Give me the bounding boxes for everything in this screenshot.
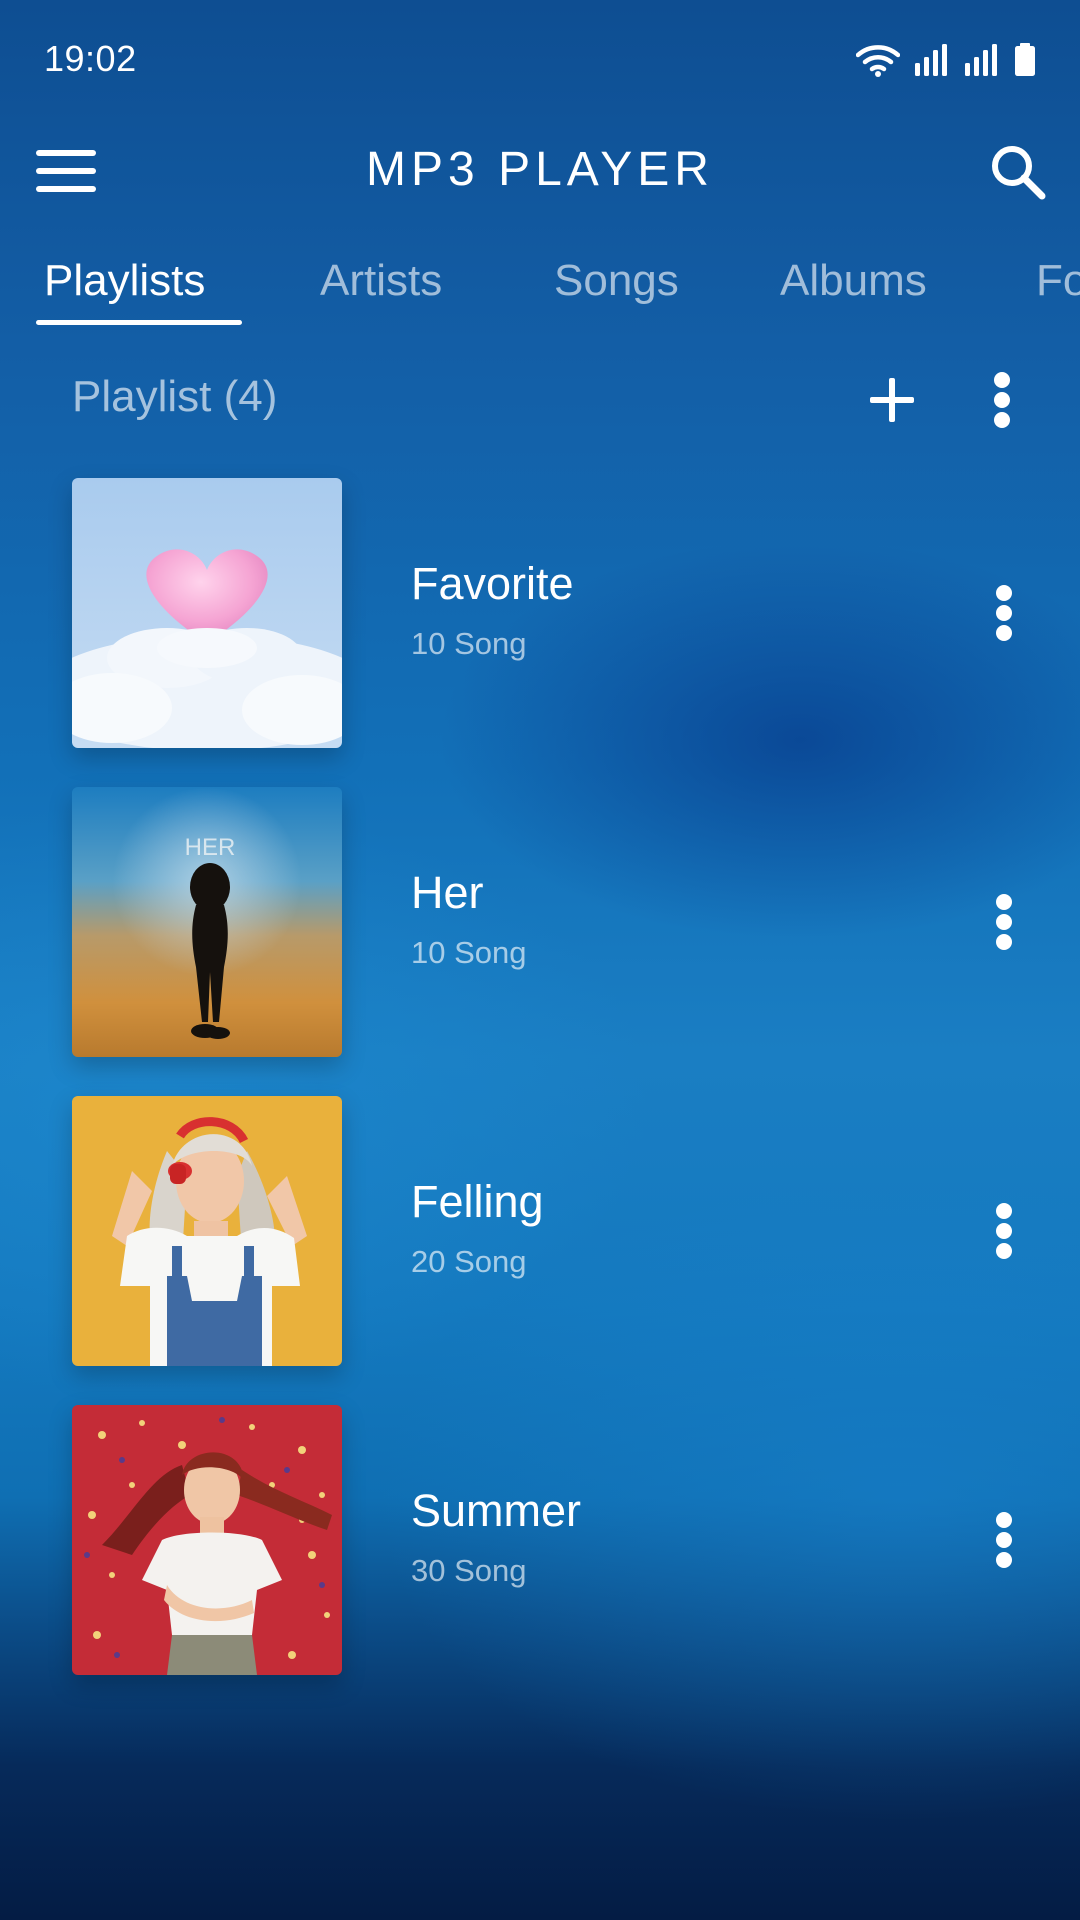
tab-playlists[interactable]: Playlists — [44, 256, 205, 306]
tab-folders[interactable]: Fo — [1036, 256, 1080, 306]
section-title: Playlist (4) — [72, 372, 278, 421]
more-vertical-icon[interactable] — [984, 890, 1024, 954]
playlist-song-count: 10 Song — [411, 626, 527, 661]
playlist-song-count: 30 Song — [411, 1553, 527, 1588]
tab-artists[interactable]: Artists — [320, 256, 442, 306]
tab-indicator — [36, 320, 242, 325]
tab-songs[interactable]: Songs — [554, 256, 679, 306]
status-icons — [856, 42, 1036, 78]
app-bar: MP3 PLAYER — [0, 120, 1080, 220]
playlist-item-favorite[interactable]: Favorite 10 Song — [0, 478, 1080, 748]
section-header: Playlist (4) — [0, 360, 1080, 440]
woman-with-headphones-photo — [72, 1096, 342, 1366]
playlist-song-count: 20 Song — [411, 1244, 527, 1279]
wifi-icon — [856, 45, 900, 77]
heart-on-cloud-artwork — [72, 478, 342, 748]
signal-icon — [965, 44, 997, 76]
playlist-name: Her — [411, 867, 484, 918]
her-album-artwork: HER — [72, 787, 342, 1057]
status-time: 19:02 — [44, 38, 137, 79]
playlist-song-count: 10 Song — [411, 935, 527, 970]
woman-on-red-background-photo — [72, 1405, 342, 1675]
tab-albums[interactable]: Albums — [780, 256, 927, 306]
search-icon[interactable] — [986, 140, 1050, 204]
playlist-name: Felling — [411, 1176, 544, 1227]
plus-icon[interactable] — [866, 374, 918, 426]
battery-icon — [1015, 43, 1035, 76]
more-vertical-icon[interactable] — [984, 1199, 1024, 1263]
app-title: MP3 PLAYER — [366, 143, 714, 196]
signal-icon — [915, 44, 947, 76]
more-vertical-icon[interactable] — [984, 1508, 1024, 1572]
playlist-item-her[interactable]: HER Her 10 Song — [0, 787, 1080, 1057]
status-bar: 19:02 — [0, 0, 1080, 120]
more-vertical-icon[interactable] — [982, 368, 1022, 432]
playlist-name: Favorite — [411, 558, 574, 609]
tab-bar: Playlists Artists Songs Albums Fo — [0, 248, 1080, 328]
more-vertical-icon[interactable] — [984, 581, 1024, 645]
playlist-item-summer[interactable]: Summer 30 Song — [0, 1405, 1080, 1675]
playlist-name: Summer — [411, 1485, 582, 1536]
playlist-item-felling[interactable]: Felling 20 Song — [0, 1096, 1080, 1366]
cover-text: HER — [185, 834, 236, 861]
